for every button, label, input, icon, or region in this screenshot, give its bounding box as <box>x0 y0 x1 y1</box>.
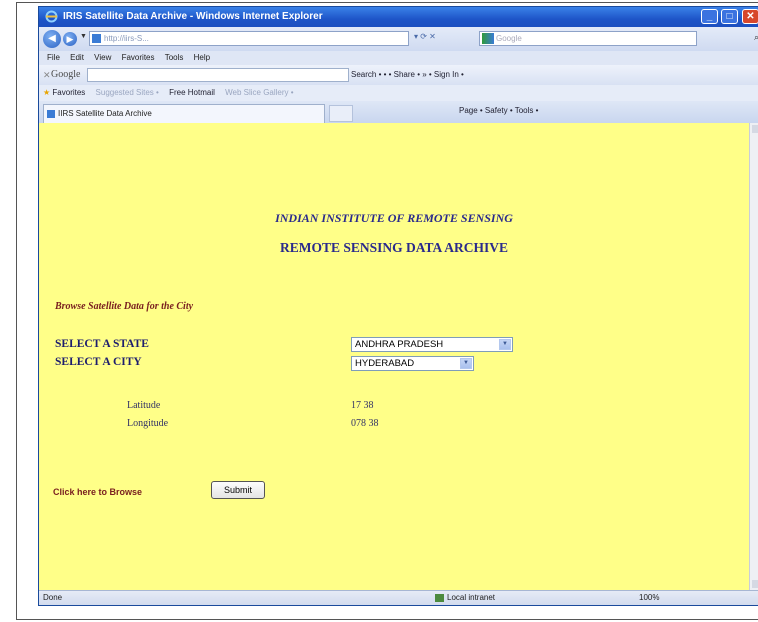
page-content: INDIAN INSTITUTE OF REMOTE SENSING REMOT… <box>39 123 749 590</box>
scroll-up-icon[interactable] <box>752 125 758 133</box>
city-label: SELECT A CITY <box>55 356 142 368</box>
favorites-label[interactable]: Favorites <box>52 88 85 97</box>
google-toolbar: ✕ Google Search • • • Share • » • Sign I… <box>39 65 758 85</box>
submit-button[interactable]: Submit <box>211 481 265 499</box>
longitude-label: Longitude <box>127 418 169 429</box>
tab-bar: IIRS Satellite Data Archive Page • Safet… <box>39 101 758 123</box>
tab-favicon-icon <box>47 110 55 118</box>
state-select[interactable]: ANDHRA PRADESH ▼ <box>351 337 513 352</box>
minimize-button[interactable]: _ <box>701 9 718 24</box>
window-title: IRIS Satellite Data Archive - Windows In… <box>63 11 323 22</box>
security-zone: Local intranet <box>447 593 496 602</box>
tab-archive[interactable]: IIRS Satellite Data Archive <box>43 104 325 123</box>
menu-edit[interactable]: Edit <box>70 53 84 62</box>
new-tab-button[interactable] <box>329 105 353 122</box>
google-tools[interactable]: Search • • • Share • » • Sign In • <box>351 65 464 85</box>
browser-window: IRIS Satellite Data Archive - Windows In… <box>38 6 758 606</box>
click-caption: Click here to Browse <box>53 487 143 497</box>
zoom-level[interactable]: 100% <box>639 591 659 605</box>
menu-favorites[interactable]: Favorites <box>122 53 155 62</box>
history-dropdown-icon[interactable]: ▼ <box>80 33 87 40</box>
url-input[interactable]: http://iirs-S... <box>89 31 409 46</box>
scroll-down-icon[interactable] <box>752 580 758 588</box>
favorites-bar: ★ Favorites Suggested Sites • Free Hotma… <box>39 85 758 101</box>
browse-caption: Browse Satellite Data for the City <box>55 301 194 312</box>
web-slice-gallery-link[interactable]: Web Slice Gallery • <box>225 88 293 97</box>
chevron-down-icon[interactable]: ▼ <box>460 358 472 369</box>
longitude-value: 078 38 <box>351 418 379 429</box>
favorites-star-icon[interactable]: ★ <box>43 88 50 97</box>
refresh-stop-buttons[interactable]: ▾ ⟳ ✕ <box>414 32 436 41</box>
search-input[interactable]: Google <box>479 31 697 46</box>
latitude-label: Latitude <box>127 400 161 411</box>
google-logo: Google <box>51 69 81 80</box>
address-bar: ◀ ▶ ▼ http://iirs-S... ▾ ⟳ ✕ Google ⌕ <box>39 27 758 51</box>
close-button[interactable]: ✕ <box>742 9 758 24</box>
search-placeholder: Google <box>496 34 522 43</box>
status-bar: Done Local intranet 100% <box>39 590 758 605</box>
tab-label: IIRS Satellite Data Archive <box>58 109 152 118</box>
menu-file[interactable]: File <box>47 53 60 62</box>
city-select-value: HYDERABAD <box>355 358 415 369</box>
page-icon <box>92 34 101 43</box>
intranet-zone-icon <box>435 594 444 602</box>
free-hotmail-link[interactable]: Free Hotmail <box>169 88 215 97</box>
menu-tools[interactable]: Tools <box>165 53 184 62</box>
ie-logo-icon <box>45 10 58 23</box>
status-text: Done <box>43 593 63 602</box>
command-bar[interactable]: Page • Safety • Tools • <box>459 106 538 115</box>
city-select[interactable]: HYDERABAD ▼ <box>351 356 474 371</box>
maximize-button[interactable]: □ <box>721 9 738 24</box>
menu-bar: File Edit View Favorites Tools Help <box>39 51 758 65</box>
vertical-scrollbar[interactable] <box>749 123 758 590</box>
menu-view[interactable]: View <box>94 53 111 62</box>
back-icon[interactable]: ◀ <box>43 30 61 48</box>
forward-icon[interactable]: ▶ <box>63 32 77 46</box>
search-icon[interactable]: ⌕ <box>754 32 758 43</box>
institute-title: INDIAN INSTITUTE OF REMOTE SENSING <box>275 211 513 225</box>
google-search-input[interactable] <box>87 68 349 82</box>
search-provider-icon <box>482 33 494 44</box>
state-select-value: ANDHRA PRADESH <box>355 339 444 350</box>
archive-title: REMOTE SENSING DATA ARCHIVE <box>280 240 508 255</box>
menu-help[interactable]: Help <box>194 53 210 62</box>
url-text: http://iirs-S... <box>104 34 149 43</box>
close-toolbar-icon[interactable]: ✕ <box>43 65 51 85</box>
chevron-down-icon[interactable]: ▼ <box>499 339 511 350</box>
latitude-value: 17 38 <box>351 400 374 411</box>
title-bar: IRIS Satellite Data Archive - Windows In… <box>39 7 758 27</box>
suggested-sites-link[interactable]: Suggested Sites • <box>96 88 159 97</box>
state-label: SELECT A STATE <box>55 338 149 350</box>
